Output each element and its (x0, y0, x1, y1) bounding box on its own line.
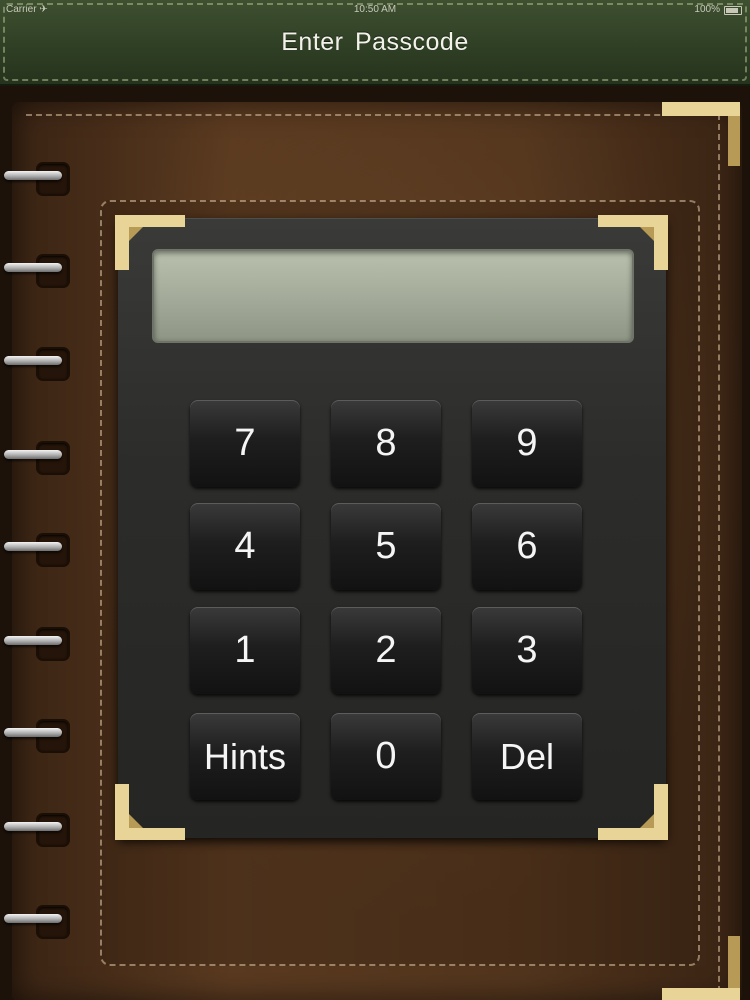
page-title: Enter Passcode (281, 28, 469, 56)
delete-button[interactable]: Del (472, 713, 582, 800)
spiral-ring-icon (4, 718, 70, 753)
passcode-screen: 7 8 9 4 5 6 1 2 3 Hints 0 Del Enter Pass… (0, 0, 750, 1000)
battery-percent: 100% (694, 4, 720, 15)
key-1[interactable]: 1 (190, 607, 300, 694)
spiral-ring-icon (4, 346, 70, 381)
key-0[interactable]: 0 (331, 713, 441, 800)
spiral-ring-icon (4, 812, 70, 847)
passcode-display (152, 249, 634, 343)
gold-corner-icon (662, 932, 740, 1000)
battery-icon (724, 6, 742, 15)
key-3[interactable]: 3 (472, 607, 582, 694)
status-time: 10:50 AM (353, 4, 397, 15)
key-8[interactable]: 8 (331, 400, 441, 487)
key-5[interactable]: 5 (331, 503, 441, 590)
spiral-ring-icon (4, 904, 70, 939)
key-6[interactable]: 6 (472, 503, 582, 590)
spiral-ring-icon (4, 440, 70, 475)
status-bar: Carrier ✈ 10:50 AM 100% (0, 0, 750, 20)
key-2[interactable]: 2 (331, 607, 441, 694)
key-7[interactable]: 7 (190, 400, 300, 487)
gold-corner-icon (598, 772, 668, 842)
key-9[interactable]: 9 (472, 400, 582, 487)
spiral-ring-icon (4, 253, 70, 288)
spiral-ring-icon (4, 626, 70, 661)
gold-corner-icon (662, 102, 740, 172)
spiral-ring-icon (4, 532, 70, 567)
hints-button[interactable]: Hints (190, 713, 300, 800)
gold-corner-icon (115, 772, 185, 842)
key-4[interactable]: 4 (190, 503, 300, 590)
spiral-ring-icon (4, 161, 70, 196)
